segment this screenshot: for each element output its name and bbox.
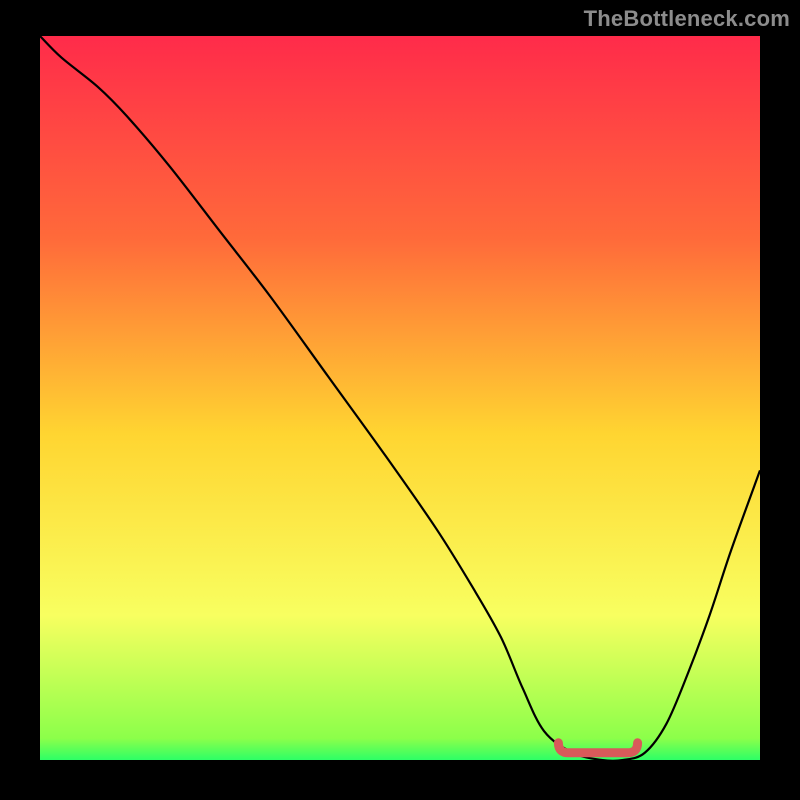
chart-stage: { "watermark": "TheBottleneck.com", "col… bbox=[0, 0, 800, 800]
plot-background bbox=[40, 36, 760, 760]
chart-svg bbox=[0, 0, 800, 800]
watermark-text: TheBottleneck.com bbox=[584, 6, 790, 32]
